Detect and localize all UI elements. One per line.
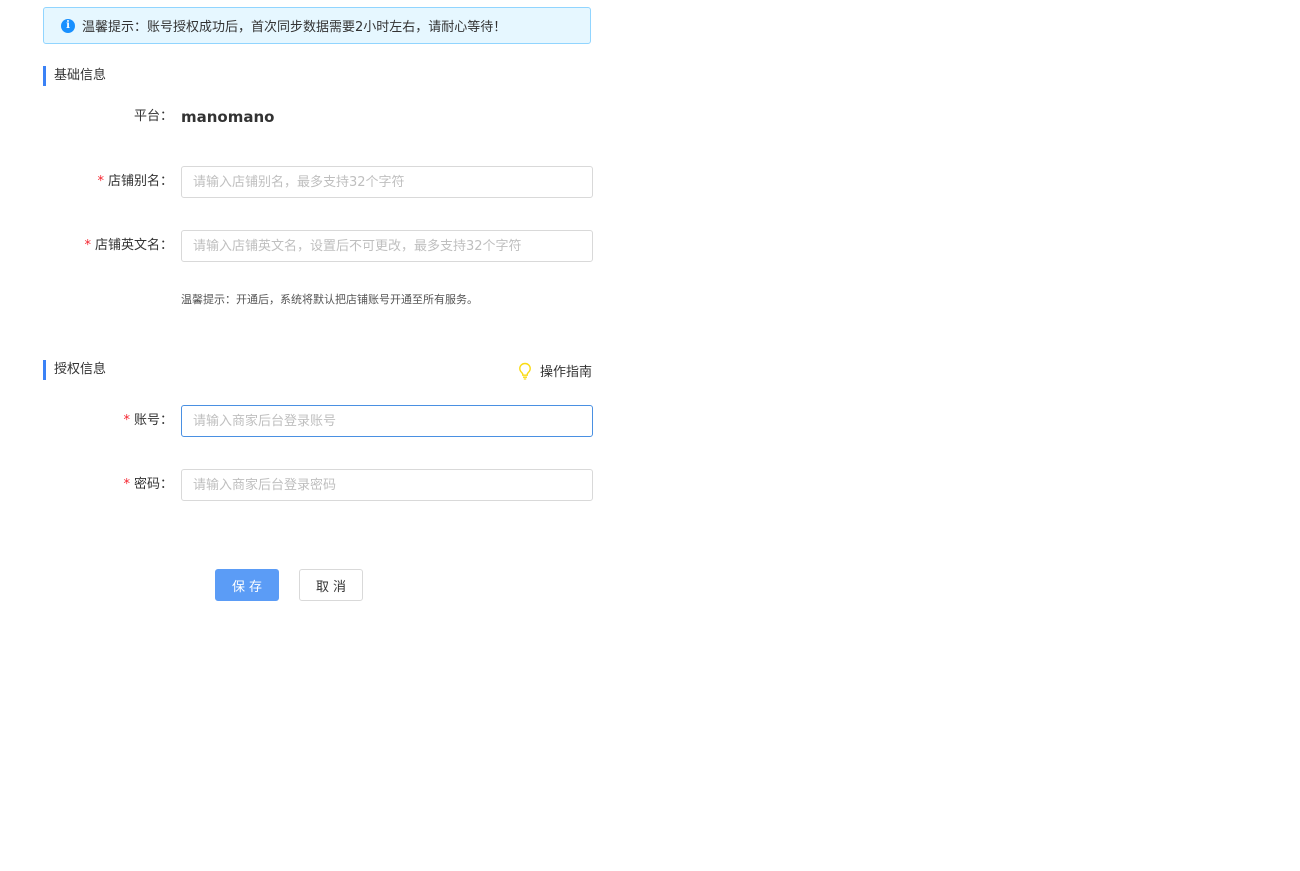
bulb-icon — [519, 362, 531, 380]
cancel-button[interactable]: 取消 — [299, 569, 363, 601]
account-label-text: 账号： — [133, 413, 173, 428]
info-icon: i — [61, 18, 75, 33]
section-title-basic: 基础信息 — [43, 66, 106, 86]
shop-alias-label-text: 店铺别名： — [107, 174, 173, 189]
operation-guide-link[interactable]: 操作指南 — [518, 361, 592, 380]
section-title-auth: 授权信息 — [43, 360, 106, 380]
platform-label: 平台： — [0, 101, 173, 133]
required-marker: * — [84, 238, 91, 253]
shop-alias-label: * 店铺别名： — [0, 166, 173, 198]
info-alert: i 温馨提示：账号授权成功后，首次同步数据需要2小时左右，请耐心等待！ — [43, 7, 591, 44]
shop-en-name-label: * 店铺英文名： — [0, 230, 173, 262]
required-marker: * — [123, 477, 130, 492]
shop-en-name-label-text: 店铺英文名： — [94, 238, 173, 253]
required-marker: * — [97, 174, 104, 189]
required-marker: * — [123, 413, 130, 428]
shop-authorization-page: i 温馨提示：账号授权成功后，首次同步数据需要2小时左右，请耐心等待！ 基础信息… — [0, 0, 1300, 871]
form-tip: 温馨提示：开通后，系统将默认把店铺账号开通至所有服务。 — [181, 293, 478, 306]
shop-en-name-input[interactable] — [181, 230, 593, 262]
account-input[interactable] — [181, 405, 593, 437]
password-label-text: 密码： — [133, 477, 173, 492]
password-input[interactable] — [181, 469, 593, 501]
account-label: * 账号： — [0, 405, 173, 437]
operation-guide-label: 操作指南 — [539, 365, 592, 380]
save-button[interactable]: 保存 — [215, 569, 279, 601]
platform-value: manomano — [181, 108, 275, 126]
alert-text: 温馨提示：账号授权成功后，首次同步数据需要2小时左右，请耐心等待！ — [82, 20, 507, 35]
platform-label-text: 平台： — [133, 109, 173, 124]
shop-alias-input[interactable] — [181, 166, 593, 198]
password-label: * 密码： — [0, 469, 173, 501]
